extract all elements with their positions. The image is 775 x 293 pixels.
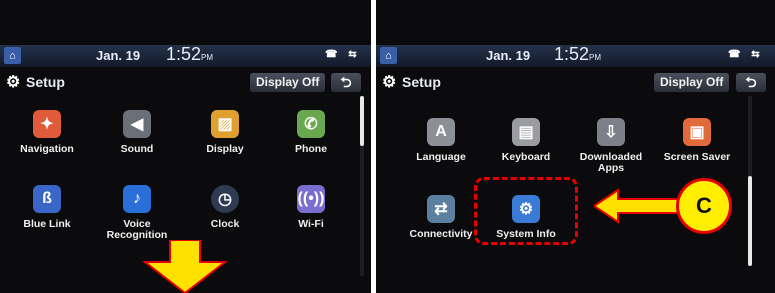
display-off-button[interactable]: Display Off <box>250 73 326 92</box>
system-status-icons: ☎ ⇆ <box>728 49 764 60</box>
speaker-icon: ◀ <box>123 110 151 138</box>
clock-icon: ◷ <box>211 185 239 213</box>
scroll-down-arrow-annotation <box>142 240 228 293</box>
gear-icon: ⚙ <box>6 74 21 91</box>
tile-wifi[interactable]: ((•)) Wi-Fi <box>272 185 350 230</box>
tile-sound[interactable]: ◀ Sound <box>98 110 176 155</box>
scrollbar[interactable] <box>360 96 364 276</box>
status-date: Jan. 19 <box>486 48 531 63</box>
pointer-arrow-annotation <box>594 188 685 224</box>
setup-header: ⚙ Setup Display Off ⮌ <box>0 70 371 94</box>
status-time: 1:52PM <box>554 44 602 64</box>
scrollbar-thumb[interactable] <box>360 96 364 146</box>
setup-header: ⚙ Setup Display Off ⮌ <box>376 70 775 94</box>
tile-screen-saver[interactable]: ▣ Screen Saver <box>658 118 736 163</box>
home-icon: ⌂ <box>9 49 16 62</box>
home-button[interactable]: ⌂ <box>380 47 397 64</box>
download-icon: ⇩ <box>597 118 625 146</box>
language-icon: A <box>427 118 455 146</box>
home-button[interactable]: ⌂ <box>4 47 21 64</box>
status-bar: ⌂ Jan. 19 1:52PM ☎ ⇆ <box>376 44 775 67</box>
tile-voice-recognition[interactable]: ♪ Voice Recognition <box>98 185 176 241</box>
home-icon: ⌂ <box>385 49 392 62</box>
compass-icon: ✦ <box>33 110 61 138</box>
microphone-icon: ♪ <box>123 185 151 213</box>
keyboard-icon: ▤ <box>512 118 540 146</box>
scrollbar-thumb[interactable] <box>748 176 752 266</box>
back-button[interactable]: ⮌ <box>331 73 361 92</box>
connectivity-icon: ⇄ <box>427 195 455 223</box>
tile-clock[interactable]: ◷ Clock <box>186 185 264 230</box>
page-title: Setup <box>402 74 441 90</box>
callout-label: C <box>676 178 732 234</box>
status-date: Jan. 19 <box>96 48 141 63</box>
right-screen: ⌂ Jan. 19 1:52PM ☎ ⇆ ⚙ Setup Display Off… <box>376 0 775 293</box>
tile-connectivity[interactable]: ⇄ Connectivity <box>402 195 480 240</box>
system-status-icons: ☎ ⇆ <box>325 49 361 60</box>
page-title: Setup <box>26 74 65 90</box>
status-time: 1:52PM <box>166 44 214 64</box>
phone-icon: ✆ <box>297 110 325 138</box>
tile-language[interactable]: A Language <box>402 118 480 163</box>
tile-display[interactable]: ▨ Display <box>186 110 264 155</box>
status-bar: ⌂ Jan. 19 1:52PM ☎ ⇆ <box>0 44 371 67</box>
tile-downloaded-apps[interactable]: ⇩ Downloaded Apps <box>572 118 650 174</box>
wifi-icon: ((•)) <box>297 185 325 213</box>
back-button[interactable]: ⮌ <box>736 73 766 92</box>
bluelink-icon: ß <box>33 185 61 213</box>
display-off-button[interactable]: Display Off <box>654 73 730 92</box>
scrollbar[interactable] <box>748 96 752 266</box>
tile-keyboard[interactable]: ▤ Keyboard <box>487 118 565 163</box>
gear-icon: ⚙ <box>382 74 397 91</box>
picture-icon: ▨ <box>211 110 239 138</box>
tile-navigation[interactable]: ✦ Navigation <box>8 110 86 155</box>
tile-phone[interactable]: ✆ Phone <box>272 110 350 155</box>
screensaver-icon: ▣ <box>683 118 711 146</box>
tile-blue-link[interactable]: ß Blue Link <box>8 185 86 230</box>
system-info-highlight <box>474 177 578 245</box>
